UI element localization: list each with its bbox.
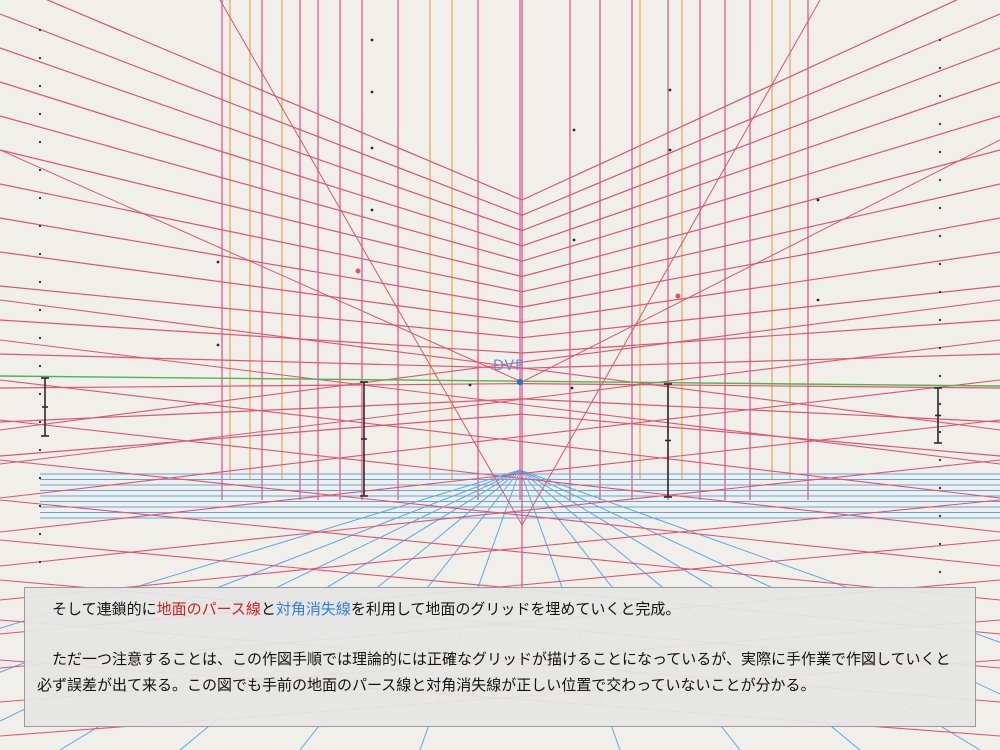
edge-tick-dot — [38, 336, 42, 340]
edge-tick-dot — [938, 122, 942, 126]
red-perspective-line — [0, 319, 523, 354]
caption-paragraph-2: ただ一つ注意することは、この作図手順では理論的には正確なグリッドが描けることにな… — [37, 646, 965, 698]
edge-tick-dot — [938, 66, 942, 70]
red-perspective-line — [521, 149, 1000, 278]
red-perspective-line — [0, 183, 523, 293]
edge-tick-dot — [938, 514, 942, 518]
red-perspective-line — [521, 0, 958, 201]
edge-tick-dot — [938, 346, 942, 350]
grid-dot — [572, 128, 576, 132]
red-perspective-line — [0, 115, 523, 262]
pink-vertical-lines — [221, 0, 809, 500]
grid-dot — [468, 383, 472, 387]
grid-dot — [668, 148, 672, 152]
red-perspective-line — [0, 353, 523, 369]
red-perspective-line — [521, 183, 1000, 293]
edge-tick-dot — [38, 140, 42, 144]
edge-tick-dot — [38, 56, 42, 60]
caption-paragraph-1: そして連鎖的に地面のパース線と対角消失線を利用して地面のグリッドを埋めていくと完… — [37, 596, 965, 622]
caption-text: を利用して地面のグリッドを埋めていくと完成。 — [350, 600, 681, 618]
grid-dot — [572, 238, 576, 242]
edge-tick-dot — [938, 318, 942, 322]
red-perspective-line — [0, 81, 523, 247]
grid-dot — [216, 260, 220, 264]
diagonal-line — [521, 0, 821, 526]
grid-dot — [370, 146, 374, 150]
edge-tick-dot — [938, 38, 942, 42]
red-perspective-line — [521, 13, 1000, 216]
red-perspective-line — [45, 0, 523, 201]
caption-box: そして連鎖的に地面のパース線と対角消失線を利用して地面のグリッドを埋めていくと完… — [24, 587, 976, 727]
edge-tick-dot — [38, 560, 42, 564]
horizon-line — [0, 375, 1000, 387]
red-perspective-line — [521, 115, 1000, 262]
tick-dots — [38, 28, 942, 574]
red-marker-dot — [355, 268, 361, 274]
red-perspective-line — [521, 353, 1000, 369]
edge-tick-dot — [938, 262, 942, 266]
edge-tick-dot — [938, 486, 942, 490]
edge-tick-dot — [938, 430, 942, 434]
grid-dot — [370, 208, 374, 212]
edge-tick-dot — [938, 458, 942, 462]
edge-tick-dot — [38, 112, 42, 116]
edge-tick-dot — [38, 280, 42, 284]
dvp-label: DVP — [493, 358, 525, 374]
edge-tick-dot — [38, 504, 42, 508]
diagonal-line — [219, 0, 523, 526]
edge-tick-dot — [38, 196, 42, 200]
edge-tick-dot — [938, 542, 942, 546]
red-perspective-line — [521, 47, 1000, 232]
edge-tick-dot — [938, 206, 942, 210]
edge-tick-dot — [38, 168, 42, 172]
diagonal-line — [521, 139, 1000, 383]
grid-dot — [370, 90, 374, 94]
red-perspective-line — [521, 319, 1000, 354]
diagonal-vanishing-term: 対角消失線 — [275, 600, 351, 618]
edge-tick-dot — [938, 234, 942, 238]
caption-text: ただ一つ注意することは、この作図手順では理論的には正確なグリッドが描けることにな… — [37, 650, 951, 694]
red-perspective-line — [521, 81, 1000, 247]
red-perspective-line — [0, 383, 523, 389]
grid-dot — [570, 386, 574, 390]
caption-text: と — [260, 600, 276, 618]
red-perspective-line — [521, 398, 1000, 423]
edge-tick-dot — [938, 94, 942, 98]
edge-tick-dot — [938, 374, 942, 378]
grid-dot — [816, 298, 820, 302]
edge-tick-dot — [38, 224, 42, 228]
edge-tick-dot — [938, 290, 942, 294]
edge-tick-dot — [938, 402, 942, 406]
grid-dot — [668, 88, 672, 92]
edge-tick-dot — [38, 28, 42, 32]
edge-tick-dot — [38, 308, 42, 312]
red-marker-dot — [675, 293, 681, 299]
grid-dot — [216, 343, 220, 347]
edge-tick-dot — [38, 532, 42, 536]
red-perspective-line — [0, 47, 523, 232]
grid-dot — [816, 198, 820, 202]
edge-tick-dot — [38, 448, 42, 452]
grid-dot — [370, 38, 374, 42]
edge-tick-dot — [938, 178, 942, 182]
edge-tick-dot — [938, 570, 942, 574]
ground-perspective-term: 地面のパース線 — [156, 600, 261, 618]
dvp-dot — [516, 378, 524, 386]
edge-tick-dot — [38, 84, 42, 88]
edge-tick-dot — [38, 476, 42, 480]
edge-tick-dot — [38, 392, 42, 396]
edge-tick-dot — [38, 420, 42, 424]
edge-tick-dot — [38, 364, 42, 368]
edge-tick-dot — [938, 150, 942, 154]
caption-text: そして連鎖的に — [52, 600, 157, 618]
red-perspective-line — [0, 149, 523, 278]
edge-tick-dot — [38, 252, 42, 256]
